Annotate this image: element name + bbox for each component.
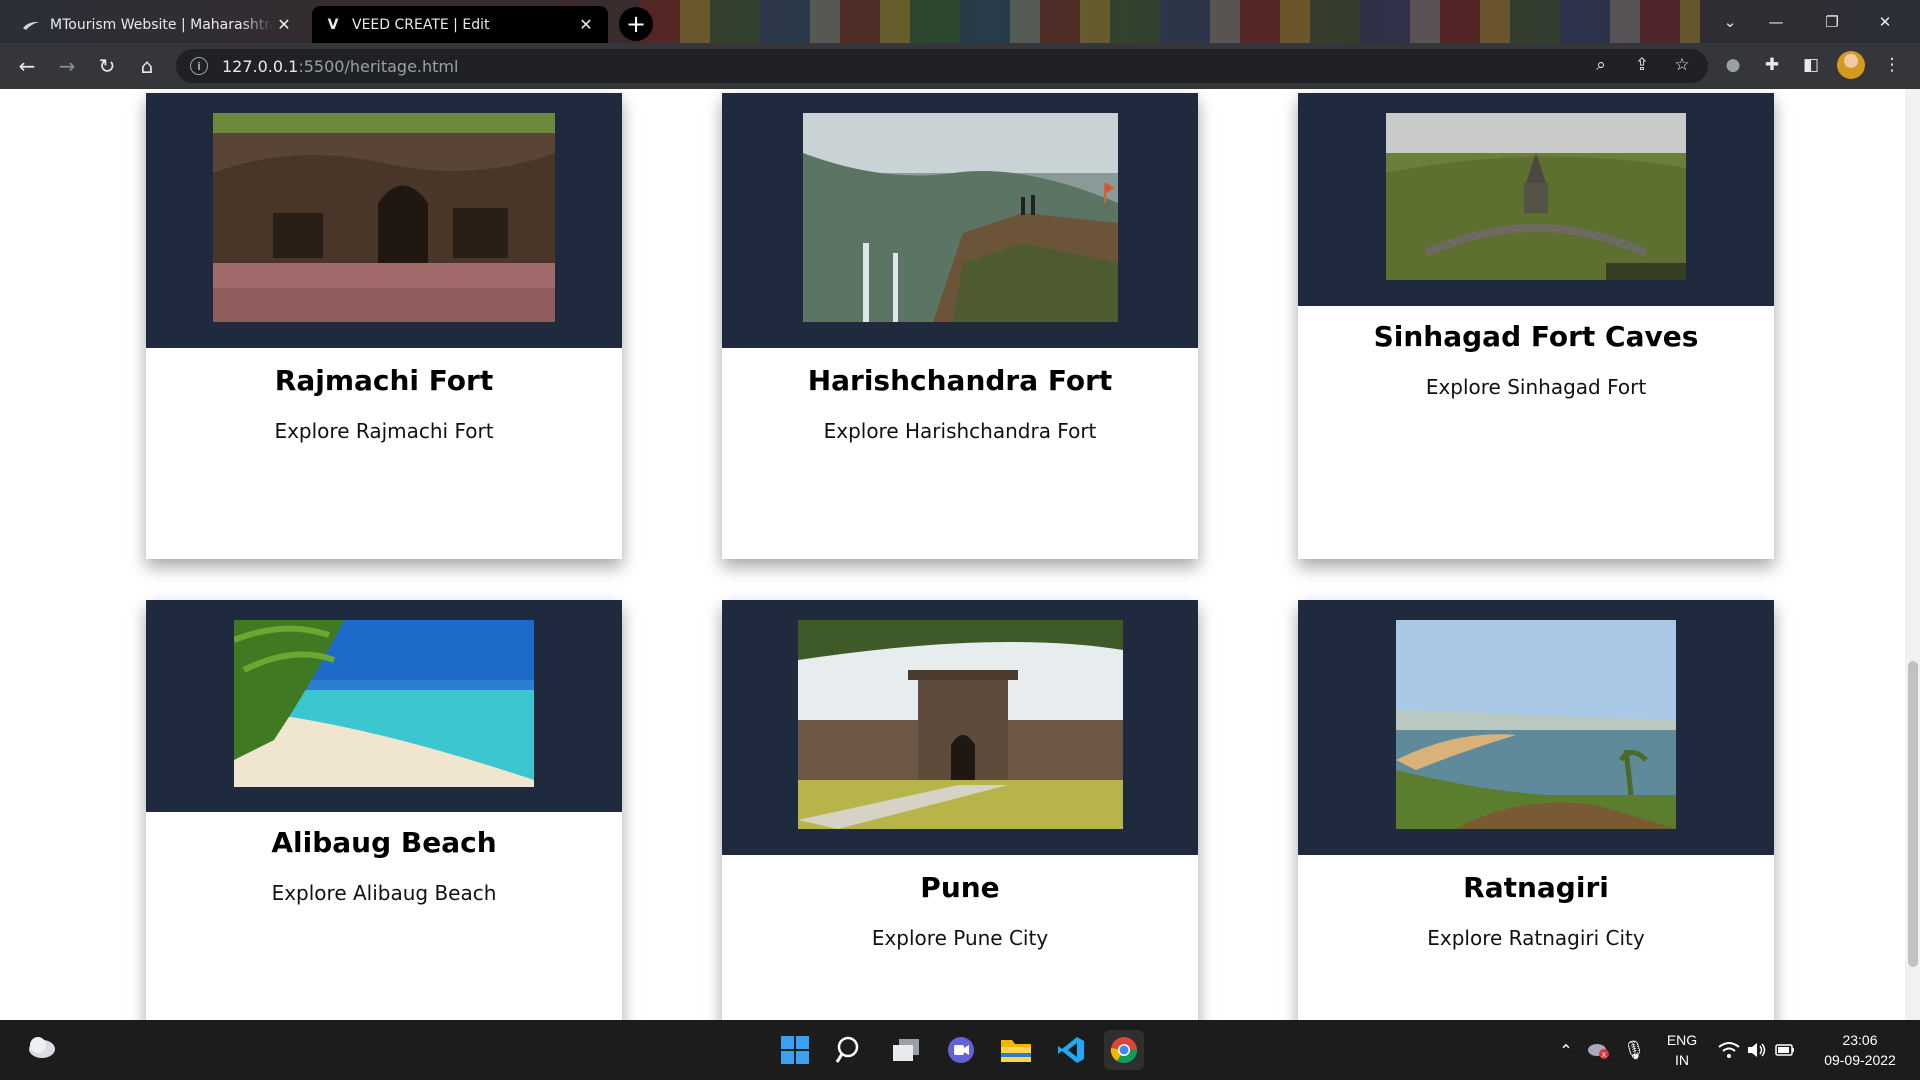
tab-title: VEED CREATE | Edit — [352, 16, 490, 33]
card-description: Explore Ratnagiri City — [1427, 926, 1645, 950]
card-media — [1298, 93, 1774, 306]
side-panel-icon[interactable]: ◧ — [1797, 51, 1825, 79]
card-media — [722, 93, 1198, 348]
close-window-icon[interactable]: ✕ — [1862, 0, 1908, 43]
coast-photo — [1396, 620, 1676, 829]
chrome-icon[interactable] — [1104, 1030, 1144, 1070]
card-description: Explore Alibaug Beach — [271, 881, 497, 905]
browser-title-bar: MTourism Website | Maharashtra ✕ V VEED … — [0, 0, 1920, 43]
destination-card[interactable]: Rajmachi Fort Explore Rajmachi Fort — [146, 93, 622, 559]
card-media — [146, 93, 622, 348]
zoom-icon[interactable]: ⌕ — [1587, 51, 1615, 79]
card-title: Pune — [920, 871, 1000, 904]
volume-icon[interactable] — [1744, 1030, 1770, 1070]
destination-card[interactable]: Ratnagiri Explore Ratnagiri City — [1298, 600, 1774, 1020]
puzzle-extensions-icon[interactable]: ✚ — [1758, 51, 1786, 79]
task-view-icon[interactable] — [886, 1030, 926, 1070]
card-media — [1298, 600, 1774, 855]
extension-circle-icon[interactable]: ● — [1719, 51, 1747, 79]
svg-text:x: x — [1602, 1050, 1607, 1059]
file-explorer-icon[interactable] — [996, 1030, 1036, 1070]
destination-card[interactable]: Harishchandra Fort Explore Harishchandra… — [722, 93, 1198, 559]
clock-time[interactable]: 23:06 — [1810, 1032, 1910, 1048]
tab-title: MTourism Website | Maharashtra — [50, 16, 274, 33]
minimize-icon[interactable]: — — [1753, 0, 1799, 43]
home-icon[interactable]: ⌂ — [132, 51, 162, 81]
maximize-icon[interactable]: ❐ — [1809, 0, 1855, 43]
chevron-up-icon[interactable]: ⌃ — [1553, 1030, 1579, 1070]
reload-icon[interactable]: ↻ — [92, 51, 122, 81]
card-media — [722, 600, 1198, 855]
page-viewport: Rajmachi Fort Explore Rajmachi Fort Hari… — [0, 89, 1920, 1020]
windows-start-icon[interactable] — [775, 1030, 815, 1070]
weather-icon[interactable] — [22, 1027, 62, 1067]
onedrive-error-icon[interactable]: x — [1584, 1030, 1612, 1070]
card-media — [146, 600, 622, 812]
destination-card[interactable]: Alibaug Beach Explore Alibaug Beach — [146, 600, 622, 1020]
destination-card[interactable]: Pune Explore Pune City — [722, 600, 1198, 1020]
card-title: Sinhagad Fort Caves — [1373, 320, 1699, 353]
language-region[interactable]: IN — [1660, 1052, 1704, 1068]
teams-chat-icon[interactable] — [941, 1030, 981, 1070]
scrollbar-thumb[interactable] — [1908, 661, 1918, 967]
cliff-photo — [802, 113, 1118, 322]
url-path: :5500/heritage.html — [298, 56, 459, 76]
cave-photo — [213, 113, 555, 322]
back-arrow-icon[interactable]: ← — [12, 51, 42, 81]
browser-theme-artwork — [640, 0, 1700, 43]
wifi-icon[interactable] — [1716, 1030, 1742, 1070]
forward-arrow-icon[interactable]: → — [52, 51, 82, 81]
bookmark-star-icon[interactable]: ☆ — [1668, 51, 1696, 79]
tab-veed[interactable]: V VEED CREATE | Edit ✕ — [312, 6, 608, 43]
card-description: Explore Pune City — [871, 926, 1049, 950]
card-title: Alibaug Beach — [271, 826, 497, 859]
new-tab-button[interactable]: + — [619, 7, 653, 41]
card-description: Explore Sinhagad Fort — [1425, 375, 1647, 399]
card-description: Explore Harishchandra Fort — [823, 419, 1097, 443]
shaniwarwada-photo — [797, 620, 1123, 829]
swoosh-icon — [22, 16, 40, 34]
card-title: Ratnagiri — [1463, 871, 1609, 904]
vscode-icon[interactable] — [1051, 1030, 1091, 1070]
microphone-icon[interactable]: 🎙 — [1620, 1030, 1648, 1070]
card-description: Explore Rajmachi Fort — [274, 419, 494, 443]
url-host: 127.0.0.1 — [222, 56, 299, 76]
card-title: Rajmachi Fort — [274, 364, 494, 397]
browser-toolbar: ← → ↻ ⌂ i 127.0.0.1:5500/heritage.html ⌕… — [0, 43, 1920, 89]
card-title: Harishchandra Fort — [807, 364, 1113, 397]
address-bar[interactable]: i 127.0.0.1:5500/heritage.html — [176, 49, 1708, 83]
menu-kebab-icon[interactable]: ⋮ — [1878, 51, 1906, 79]
fort-photo — [1386, 113, 1686, 280]
clock-date[interactable]: 09-09-2022 — [1810, 1052, 1910, 1068]
battery-icon[interactable] — [1772, 1030, 1798, 1070]
language-indicator[interactable]: ENG — [1660, 1032, 1704, 1048]
chevron-down-icon[interactable]: ⌄ — [1707, 0, 1753, 43]
destination-card[interactable]: Sinhagad Fort Caves Explore Sinhagad For… — [1298, 93, 1774, 559]
info-icon[interactable]: i — [190, 57, 208, 75]
tab-mtourism[interactable]: MTourism Website | Maharashtra ✕ — [10, 6, 306, 43]
share-icon[interactable]: ⇪ — [1628, 51, 1656, 79]
beach-photo — [234, 620, 534, 787]
close-icon[interactable]: ✕ — [576, 15, 596, 35]
veed-logo-icon: V — [327, 16, 339, 33]
search-icon[interactable] — [830, 1030, 870, 1070]
profile-avatar[interactable] — [1837, 51, 1865, 79]
close-icon[interactable]: ✕ — [274, 15, 294, 35]
